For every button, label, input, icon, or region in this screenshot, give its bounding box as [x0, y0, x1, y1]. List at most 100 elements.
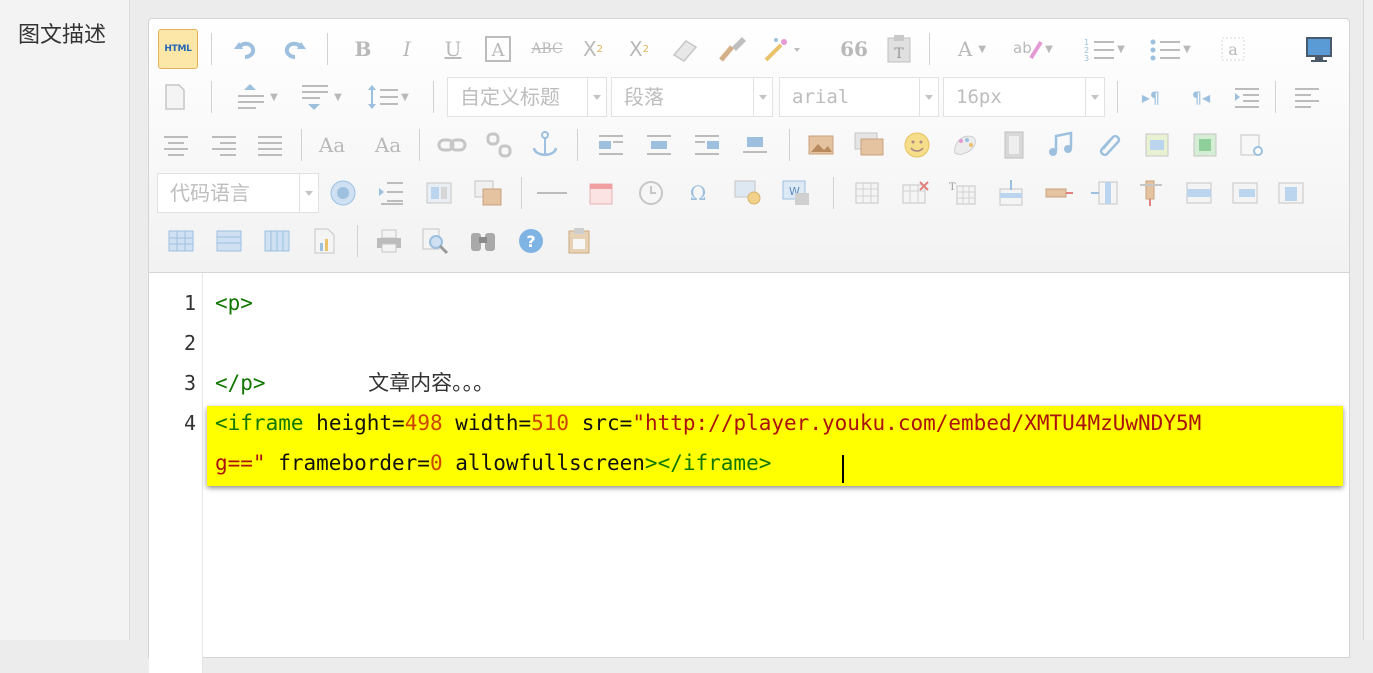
emotion-icon[interactable]	[901, 129, 933, 161]
image-right-icon[interactable]	[691, 129, 723, 161]
attr-frameborder: frameborder=	[278, 451, 430, 475]
split-to-cells-icon[interactable]	[165, 225, 197, 257]
gmap-icon[interactable]	[1189, 129, 1221, 161]
line-height-icon[interactable]: ▼	[357, 81, 419, 113]
attachment-icon[interactable]	[1093, 129, 1125, 161]
split-to-cols-icon[interactable]	[261, 225, 293, 257]
paragraph-select[interactable]: 段落	[611, 77, 773, 117]
insert-col-icon[interactable]	[1089, 177, 1121, 209]
value-height: 498	[404, 411, 443, 435]
direction-ltr-icon[interactable]: ▸¶	[1133, 81, 1169, 113]
template-icon[interactable]	[375, 177, 407, 209]
redo-icon[interactable]	[279, 33, 309, 65]
unordered-list-icon[interactable]: ▼	[1141, 33, 1199, 65]
time-icon[interactable]	[635, 177, 667, 209]
insert-row-icon[interactable]	[995, 177, 1027, 209]
image-center-icon[interactable]	[739, 129, 771, 161]
word-import-icon[interactable]: W	[779, 177, 813, 209]
unlink-icon[interactable]	[483, 129, 515, 161]
value-frameborder: 0	[429, 451, 443, 475]
font-color-icon[interactable]: A ▼	[945, 33, 999, 65]
back-color-icon[interactable]: ab ▼	[1003, 33, 1061, 65]
scrawl-icon[interactable]	[949, 129, 981, 161]
merge-cells-icon[interactable]	[1183, 177, 1215, 209]
undo-icon[interactable]	[231, 33, 261, 65]
blockquote-icon[interactable]: 66	[837, 33, 871, 65]
touppercase-icon[interactable]: Aa	[315, 129, 349, 161]
ordered-list-icon[interactable]: 1 2 3 ▼	[1075, 33, 1133, 65]
iframe-open-tag: <iframe	[215, 411, 304, 435]
page-break-icon[interactable]	[327, 177, 359, 209]
superscript-icon[interactable]: X2	[577, 33, 609, 65]
indent-icon[interactable]	[1231, 81, 1263, 113]
background-icon[interactable]	[423, 177, 455, 209]
new-document-icon[interactable]	[161, 81, 189, 113]
insert-image-icon[interactable]	[851, 129, 887, 161]
delete-table-icon[interactable]	[899, 177, 931, 209]
insert-table-icon[interactable]	[851, 177, 883, 209]
delete-col-icon[interactable]	[1135, 177, 1167, 209]
image-none-icon[interactable]	[595, 129, 627, 161]
justify-left-icon[interactable]	[1291, 81, 1323, 113]
value-width: 510	[531, 411, 570, 435]
font-border-icon[interactable]: A	[483, 33, 513, 65]
font-family-select[interactable]: arial	[779, 77, 939, 117]
strikethrough-icon[interactable]: ABC	[529, 33, 565, 65]
justify-center-icon[interactable]	[161, 129, 191, 161]
code-language-select[interactable]: 代码语言	[157, 173, 319, 213]
anchor-icon[interactable]	[529, 129, 561, 161]
italic-icon[interactable]: I	[393, 33, 421, 65]
html-source-button[interactable]: HTML	[158, 29, 198, 69]
underline-icon[interactable]: U	[439, 33, 467, 65]
font-size-select[interactable]: 16px	[943, 77, 1105, 117]
help-icon[interactable]: ?	[515, 225, 547, 257]
justify-right-icon[interactable]	[209, 129, 239, 161]
horizontal-rule-icon[interactable]	[535, 177, 569, 209]
line-number: 4	[183, 411, 196, 435]
paste-plain-icon[interactable]: T	[883, 33, 915, 65]
autotypeset-icon[interactable]	[763, 33, 803, 65]
bold-icon[interactable]: B	[349, 33, 377, 65]
image-left-icon[interactable]	[643, 129, 675, 161]
code-line-1: <p>	[215, 291, 253, 315]
article-content-text: 文章内容。。。	[368, 371, 495, 395]
insert-frame-icon[interactable]	[1235, 129, 1267, 161]
eraser-icon[interactable]	[669, 33, 701, 65]
toolbar-separator	[577, 129, 578, 161]
insert-paragraph-before-table-icon[interactable]: T	[947, 177, 979, 209]
row-spacing-top-icon[interactable]: ▼	[227, 81, 287, 113]
print-preview-icon[interactable]	[419, 225, 451, 257]
select-all-icon[interactable]: a	[1217, 33, 1249, 65]
chevron-down-icon	[1085, 78, 1104, 116]
subscript-icon[interactable]: X2	[623, 33, 655, 65]
insert-video-icon[interactable]	[999, 129, 1029, 161]
html-source-view[interactable]: 1 2 3 4 <p> 文章内容。。。 </p> <iframe height=…	[149, 273, 1349, 673]
special-chars-icon[interactable]: Ω	[683, 177, 713, 209]
split-to-rows-icon[interactable]	[213, 225, 245, 257]
print-icon[interactable]	[373, 225, 405, 257]
date-icon[interactable]	[585, 177, 617, 209]
link-icon[interactable]	[435, 129, 469, 161]
snapscreen-icon[interactable]	[731, 177, 765, 209]
tolowercase-icon[interactable]: Aa	[371, 129, 405, 161]
simple-upload-icon[interactable]	[805, 129, 837, 161]
svg-text:?: ?	[526, 232, 535, 251]
preview-icon[interactable]	[1303, 33, 1335, 65]
search-replace-icon[interactable]	[467, 225, 499, 257]
format-match-icon[interactable]	[717, 33, 749, 65]
map-icon[interactable]	[1141, 129, 1173, 161]
custom-title-select[interactable]: 自定义标题	[447, 77, 607, 117]
rich-text-editor[interactable]: HTML B I U A ABC X2 X2 66 T A ▼ ab ▼ 1 2…	[148, 18, 1350, 673]
justify-full-icon[interactable]	[255, 129, 285, 161]
row-spacing-bottom-icon[interactable]: ▼	[291, 81, 351, 113]
charts-icon[interactable]	[309, 225, 341, 257]
delete-row-icon[interactable]	[1043, 177, 1075, 209]
merge-down-icon[interactable]	[1275, 177, 1307, 209]
toolbar-separator	[521, 177, 522, 209]
drafts-icon[interactable]	[563, 225, 595, 257]
svg-text:A: A	[491, 40, 506, 61]
music-icon[interactable]	[1045, 129, 1077, 161]
direction-rtl-icon[interactable]: ¶◂	[1183, 81, 1219, 113]
word-image-icon[interactable]	[471, 177, 505, 209]
merge-right-icon[interactable]	[1229, 177, 1261, 209]
